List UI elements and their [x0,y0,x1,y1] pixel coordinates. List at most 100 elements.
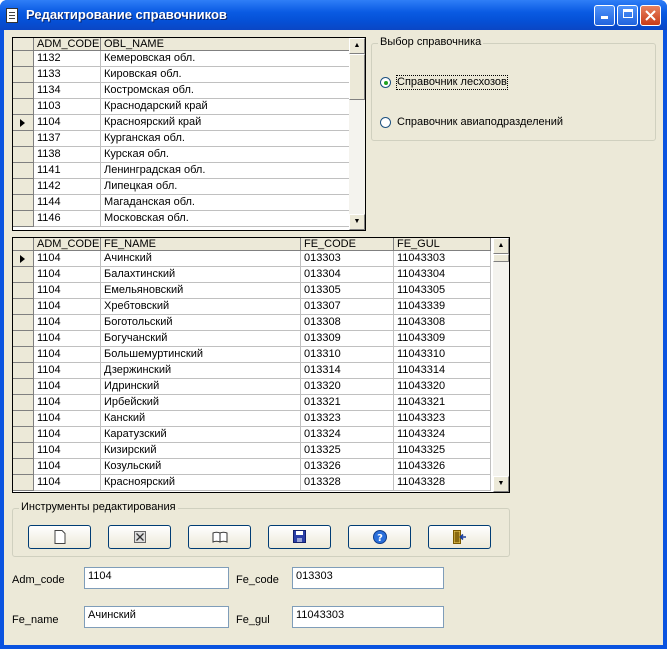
oblast-cell[interactable]: 1138 [34,147,101,163]
radio-aviation[interactable]: Справочник авиаподразделений [380,116,667,132]
forestry-cell[interactable]: Богучанский [101,331,301,347]
row-indicator[interactable] [13,99,34,115]
forestry-cell[interactable]: Хребтовский [101,299,301,315]
oblast-cell[interactable]: 1137 [34,131,101,147]
row-indicator[interactable] [13,395,34,411]
row-indicator[interactable] [13,315,34,331]
row-indicator[interactable] [13,83,34,99]
oblast-cell[interactable]: 1141 [34,163,101,179]
forestry-cell[interactable]: Ачинский [101,251,301,267]
forestry-cell[interactable]: Балахтинский [101,267,301,283]
oblast-cell[interactable]: Магаданская обл. [101,195,350,211]
row-indicator[interactable] [13,195,34,211]
forestry-cell[interactable]: 11043303 [394,251,491,267]
oblast-cell[interactable]: 1144 [34,195,101,211]
forestry-cell[interactable]: 11043309 [394,331,491,347]
row-indicator[interactable] [13,363,34,379]
oblast-cell[interactable]: 1132 [34,51,101,67]
minimize-button[interactable] [594,5,615,26]
column-header-fe-gul[interactable]: FE_GUL [394,238,491,251]
forestry-cell[interactable]: 11043320 [394,379,491,395]
oblast-cell[interactable]: Кемеровская обл. [101,51,350,67]
row-indicator[interactable] [13,299,34,315]
scroll-down-icon[interactable]: ▼ [349,214,365,230]
oblast-cell[interactable]: Курская обл. [101,147,350,163]
forestry-cell[interactable]: 1104 [34,347,101,363]
forestry-cell[interactable]: 1104 [34,475,101,491]
forestry-cell[interactable]: 013323 [301,411,394,427]
title-bar[interactable]: Редактирование справочников [0,0,667,30]
forestry-cell[interactable]: 11043325 [394,443,491,459]
forestry-cell[interactable]: 1104 [34,363,101,379]
forestry-cell[interactable]: 013325 [301,443,394,459]
oblast-cell[interactable]: Костромская обл. [101,83,350,99]
oblast-grid[interactable]: ADM_CODE OBL_NAME 1132 Кемеровская обл. 11… [12,37,366,231]
forestry-cell[interactable]: Каратузский [101,427,301,443]
forestry-cell[interactable]: 013303 [301,251,394,267]
forestry-cell[interactable]: 1104 [34,251,101,267]
new-record-button[interactable] [28,525,91,549]
forestry-cell[interactable]: Идринский [101,379,301,395]
forestry-cell[interactable]: 11043321 [394,395,491,411]
forestry-cell[interactable]: 1104 [34,315,101,331]
row-indicator[interactable] [13,163,34,179]
forestry-cell[interactable]: Кизирский [101,443,301,459]
forestry-cell[interactable]: Козульский [101,459,301,475]
forestry-cell[interactable]: 11043305 [394,283,491,299]
oblast-cell[interactable]: Красноярский край [101,115,350,131]
column-header-obl-name[interactable]: OBL_NAME [101,38,350,51]
oblast-grid-scrollbar[interactable]: ▲ ▼ [349,38,365,230]
column-header-fe-name[interactable]: FE_NAME [101,238,301,251]
row-indicator[interactable] [13,443,34,459]
forestry-cell[interactable]: 1104 [34,443,101,459]
forestry-cell[interactable]: 013324 [301,427,394,443]
row-indicator[interactable] [13,459,34,475]
forestry-cell[interactable]: 1104 [34,283,101,299]
radio-forestry[interactable]: Справочник лесхозов [380,75,667,92]
oblast-cell[interactable]: Кировская обл. [101,67,350,83]
row-indicator[interactable] [13,267,34,283]
forestry-cell[interactable]: 11043304 [394,267,491,283]
column-header-fe-code[interactable]: FE_CODE [301,238,394,251]
forestry-grid[interactable]: ADM_CODE FE_NAME FE_CODE FE_GUL 1104 Ачин… [12,237,510,493]
forestry-cell[interactable]: Емельяновский [101,283,301,299]
row-indicator[interactable] [13,427,34,443]
open-record-button[interactable] [188,525,251,549]
forestry-cell[interactable]: 1104 [34,427,101,443]
exit-button[interactable] [428,525,491,549]
oblast-cell[interactable]: 1146 [34,211,101,227]
scroll-up-icon[interactable]: ▲ [349,38,365,54]
close-button[interactable] [640,5,661,26]
delete-record-button[interactable] [108,525,171,549]
forestry-cell[interactable]: 013326 [301,459,394,475]
forestry-cell[interactable]: Большемуртинский [101,347,301,363]
oblast-cell[interactable]: Московская обл. [101,211,350,227]
row-indicator[interactable] [13,211,34,227]
row-indicator[interactable] [13,331,34,347]
forestry-cell[interactable]: 1104 [34,379,101,395]
forestry-cell[interactable]: 1104 [34,331,101,347]
current-row-indicator-icon[interactable] [13,251,34,267]
forestry-cell[interactable]: Дзержинский [101,363,301,379]
row-indicator[interactable] [13,179,34,195]
maximize-button[interactable] [617,5,638,26]
row-indicator[interactable] [13,475,34,491]
forestry-cell[interactable]: 013328 [301,475,394,491]
forestry-cell[interactable]: Канский [101,411,301,427]
forestry-cell[interactable]: 11043323 [394,411,491,427]
row-indicator[interactable] [13,411,34,427]
forestry-cell[interactable]: 1104 [34,299,101,315]
forestry-cell[interactable]: 1104 [34,411,101,427]
forestry-cell[interactable]: 11043310 [394,347,491,363]
adm-code-field[interactable]: 1104 [84,567,229,589]
forestry-cell[interactable]: 013314 [301,363,394,379]
fe-gul-field[interactable]: 11043303 [292,606,444,628]
column-header-adm-code[interactable]: ADM_CODE [34,38,101,51]
forestry-cell[interactable]: Ирбейский [101,395,301,411]
forestry-cell[interactable]: 013305 [301,283,394,299]
forestry-cell[interactable]: 013309 [301,331,394,347]
oblast-cell[interactable]: Липецкая обл. [101,179,350,195]
help-button[interactable]: ? [348,525,411,549]
forestry-cell[interactable]: Красноярский [101,475,301,491]
oblast-cell[interactable]: 1134 [34,83,101,99]
